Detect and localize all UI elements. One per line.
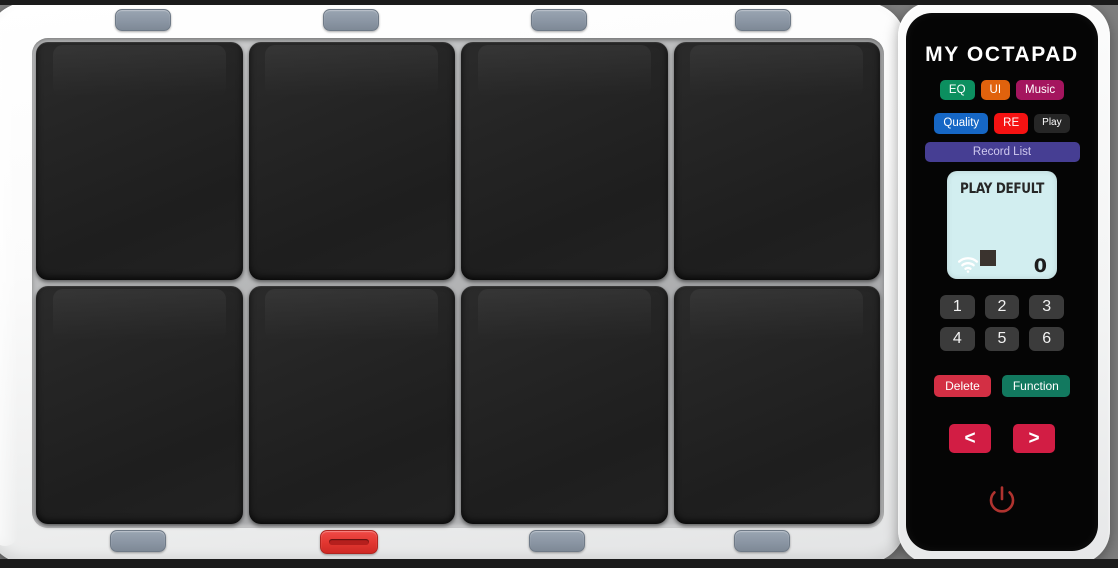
nav-row: < > — [906, 423, 1098, 453]
key-1[interactable]: 1 — [940, 294, 975, 319]
chassis-button-top-1[interactable] — [115, 9, 171, 31]
control-panel-shell: MY OCTAPAD EQ UI Music Quality RE Play R… — [898, 2, 1110, 564]
display-title: PLAY DEFULT — [960, 180, 1044, 197]
chassis-button-bottom-1[interactable] — [110, 530, 166, 552]
tag-button-play[interactable]: Play — [1034, 114, 1070, 133]
drum-pad-5[interactable] — [36, 286, 243, 524]
chassis-button-top-4[interactable] — [735, 9, 791, 31]
power-icon — [989, 485, 1015, 513]
key-4[interactable]: 4 — [940, 326, 975, 351]
next-button[interactable]: > — [1013, 423, 1055, 453]
record-button[interactable] — [320, 530, 378, 554]
tag-button-music[interactable]: Music — [1016, 80, 1065, 101]
drum-pad-3[interactable] — [461, 42, 668, 280]
tag-button-eq[interactable]: EQ — [939, 80, 975, 101]
device-title: MY OCTAPAD — [925, 43, 1079, 66]
record-list-button[interactable]: Record List — [924, 141, 1080, 162]
action-row: Delete Function — [906, 374, 1098, 397]
bottom-edge-strip — [0, 559, 1118, 568]
lcd-display[interactable]: PLAY DEFULT 0 — [947, 170, 1057, 279]
drum-pad-6[interactable] — [248, 286, 455, 524]
drum-pad-7[interactable] — [461, 286, 668, 524]
wifi-icon — [957, 256, 979, 273]
tag-button-re[interactable]: RE — [994, 113, 1029, 134]
octapad-chassis — [0, 2, 906, 564]
display-wrapper: PLAY DEFULT 0 — [906, 170, 1098, 279]
record-list-row: Record List — [906, 141, 1098, 162]
numeric-keypad: 1 2 3 4 5 6 — [940, 294, 1064, 351]
key-2[interactable]: 2 — [984, 294, 1020, 319]
drum-pad-2[interactable] — [248, 42, 455, 280]
chassis-button-bottom-3[interactable] — [529, 530, 585, 552]
pad-bezel — [32, 38, 884, 528]
key-3[interactable]: 3 — [1029, 294, 1064, 319]
prev-button[interactable]: < — [949, 423, 991, 453]
chassis-button-top-2[interactable] — [323, 9, 379, 31]
key-5[interactable]: 5 — [984, 326, 1020, 351]
display-cursor-block — [980, 249, 996, 266]
record-bar-icon — [329, 539, 369, 545]
drum-pad-1[interactable] — [36, 42, 243, 280]
pad-grid — [36, 42, 880, 524]
top-edge-strip — [0, 0, 1118, 5]
drum-pad-4[interactable] — [673, 42, 880, 280]
key-6[interactable]: 6 — [1029, 326, 1064, 351]
delete-button[interactable]: Delete — [934, 374, 991, 397]
tag-row-1: EQ UI Music — [906, 80, 1098, 101]
power-button[interactable] — [985, 483, 1019, 517]
tag-button-quality[interactable]: Quality — [934, 113, 989, 134]
function-button[interactable]: Function — [1001, 374, 1070, 397]
chassis-button-bottom-4[interactable] — [734, 530, 790, 552]
power-row — [906, 483, 1098, 517]
tag-row-2: Quality RE Play — [906, 113, 1098, 134]
display-counter: 0 — [1033, 254, 1047, 277]
control-panel-face: MY OCTAPAD EQ UI Music Quality RE Play R… — [906, 13, 1098, 551]
chassis-button-top-3[interactable] — [531, 9, 587, 31]
tag-button-ui[interactable]: UI — [980, 80, 1011, 101]
drum-pad-8[interactable] — [673, 286, 880, 524]
